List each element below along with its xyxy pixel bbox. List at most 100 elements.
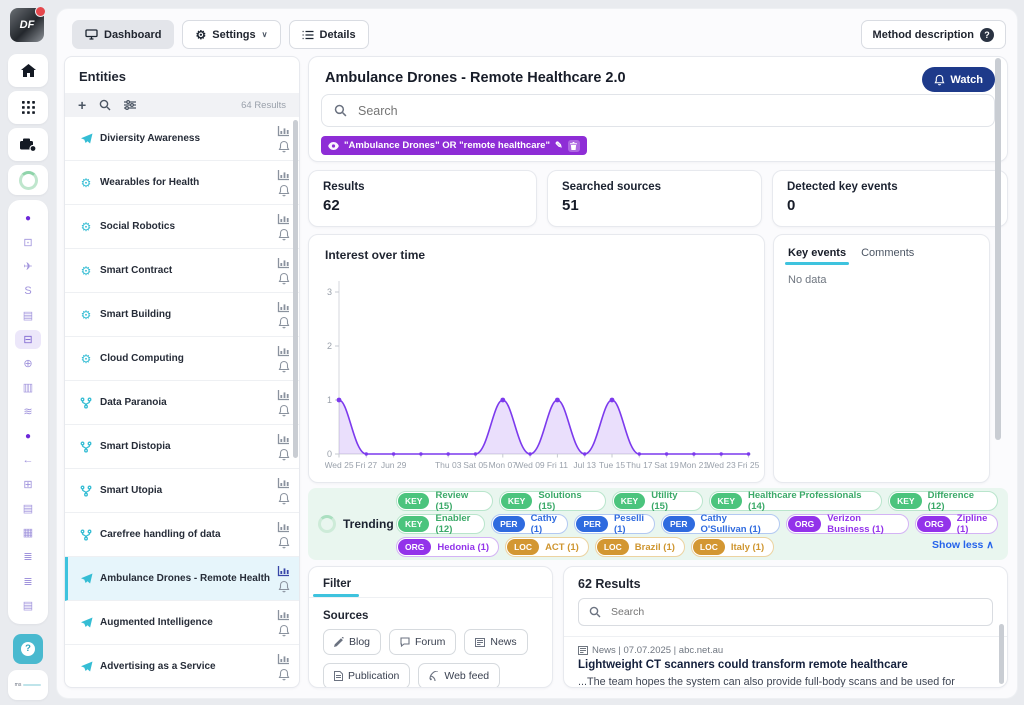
bell-icon[interactable] <box>278 448 290 461</box>
sphere-icon[interactable]: ● <box>15 427 41 446</box>
frame-icon[interactable]: ⊡ <box>15 233 41 252</box>
network-icon[interactable]: ≋ <box>15 402 41 421</box>
result-item[interactable]: News | 07.07.2025 | abc.net.auLightweigh… <box>564 637 1007 688</box>
source-button-forum[interactable]: Forum <box>389 629 456 655</box>
trending-chip[interactable]: KEYSolutions (15) <box>499 491 606 511</box>
results-search-input[interactable] <box>609 605 982 619</box>
status-ring-icon[interactable] <box>8 165 48 195</box>
entity-row[interactable]: Smart Utopia <box>65 469 299 513</box>
entity-row[interactable]: ⚙Smart Contract <box>65 249 299 293</box>
bell-icon[interactable] <box>278 404 290 417</box>
show-less-link[interactable]: Show less ∧ <box>932 539 994 551</box>
add-entity-button[interactable]: + <box>78 98 86 112</box>
bell-icon[interactable] <box>278 272 290 285</box>
entities-scrollbar[interactable] <box>293 120 298 458</box>
trending-chip[interactable]: PERPeselli (1) <box>574 514 655 534</box>
chart-icon[interactable] <box>277 521 290 533</box>
flow-icon[interactable]: S <box>15 282 41 301</box>
chart-icon[interactable] <box>277 477 290 489</box>
method-description-button[interactable]: Method description ? <box>861 20 1006 49</box>
bell-icon[interactable] <box>278 580 290 593</box>
entity-row[interactable]: ⚙Social Robotics <box>65 205 299 249</box>
tab-key-events[interactable]: Key events <box>788 247 846 265</box>
chart-icon[interactable] <box>277 301 290 313</box>
bell-icon[interactable] <box>278 624 290 637</box>
query-chip[interactable]: "Ambulance Drones" OR "remote healthcare… <box>321 136 587 155</box>
results-scrollbar[interactable] <box>999 624 1004 684</box>
table-2-icon[interactable]: ≣ <box>15 572 41 591</box>
bell-icon[interactable] <box>278 184 290 197</box>
chart-icon[interactable] <box>277 653 290 665</box>
entity-row[interactable]: Advertising as a Service <box>65 645 299 688</box>
results-search[interactable] <box>578 598 993 626</box>
trending-chip[interactable]: KEYHealthcare Professionals (14) <box>709 491 883 511</box>
archive-icon[interactable]: ▤ <box>15 596 41 615</box>
interest-chart[interactable]: 0123Wed 25Fri 27Jun 29Thu 03Sat 05Mon 07… <box>325 235 765 483</box>
trending-chip[interactable]: ORGVerizon Business (1) <box>786 514 910 534</box>
source-button-web-feed[interactable]: Web feed <box>418 663 500 688</box>
settings-button[interactable]: ⚙ Settings ∨ <box>182 20 280 49</box>
chart-icon[interactable] <box>277 609 290 621</box>
trending-chip[interactable]: KEYDifference (12) <box>888 491 998 511</box>
entity-row[interactable]: ⚙Smart Building <box>65 293 299 337</box>
home-icon[interactable] <box>8 54 48 87</box>
edit-icon[interactable]: ✎ <box>555 140 563 151</box>
dashboard-button[interactable]: Dashboard <box>72 20 174 49</box>
modules-icon[interactable]: ⊞ <box>15 475 41 494</box>
entity-row[interactable]: ⚙Wearables for Health <box>65 161 299 205</box>
tab-filter[interactable]: Filter <box>309 567 365 597</box>
source-button-publication[interactable]: Publication <box>323 663 410 688</box>
chart-icon[interactable] <box>277 125 290 137</box>
trending-chip[interactable]: LOCItaly (1) <box>691 537 774 557</box>
monitor-icon[interactable]: ⊟ <box>15 330 41 349</box>
bell-icon[interactable] <box>278 316 290 329</box>
trending-chip[interactable]: LOCBrazil (1) <box>595 537 685 557</box>
app-logo[interactable]: DF <box>10 8 44 42</box>
chart-icon[interactable] <box>277 169 290 181</box>
bell-icon[interactable] <box>278 360 290 373</box>
table-icon[interactable]: ≣ <box>15 547 41 566</box>
source-button-blog[interactable]: Blog <box>323 629 381 655</box>
dot-icon[interactable]: ● <box>15 209 41 228</box>
source-button-news[interactable]: News <box>464 629 527 655</box>
trending-chip[interactable]: KEYReview (15) <box>396 491 493 511</box>
search-icon[interactable] <box>99 99 111 111</box>
trending-chip[interactable]: PERCathy (1) <box>491 514 568 534</box>
result-title[interactable]: Lightweight CT scanners could transform … <box>578 659 989 671</box>
trending-chip[interactable]: PERCathy O'Sullivan (1) <box>661 514 780 534</box>
bell-icon[interactable] <box>278 140 290 153</box>
chart-icon[interactable] <box>277 213 290 225</box>
chart-icon[interactable] <box>277 433 290 445</box>
entity-row[interactable]: Augmented Intelligence <box>65 601 299 645</box>
tab-comments[interactable]: Comments <box>861 247 914 265</box>
trending-chip[interactable]: ORGZipline (1) <box>915 514 998 534</box>
clipboard-icon[interactable]: ▤ <box>15 306 41 325</box>
trending-chip[interactable]: KEYEnabler (12) <box>396 514 485 534</box>
watch-button[interactable]: Watch <box>922 67 995 92</box>
trending-chip[interactable]: ORGHedonia (1) <box>396 537 499 557</box>
clipboard-2-icon[interactable]: ▤ <box>15 499 41 518</box>
chart-icon[interactable] <box>277 389 290 401</box>
bell-icon[interactable] <box>278 668 290 681</box>
globe-icon[interactable]: ⊕ <box>15 354 41 373</box>
arrow-left-icon[interactable]: ← <box>15 451 41 470</box>
chart-icon[interactable] <box>277 565 290 577</box>
entity-row[interactable]: Ambulance Drones - Remote Healthcare 2.0 <box>65 557 299 601</box>
search-input[interactable] <box>356 103 982 119</box>
entity-row[interactable]: ⚙Cloud Computing <box>65 337 299 381</box>
bell-icon[interactable] <box>278 228 290 241</box>
rocket-icon[interactable]: ✈ <box>15 257 41 276</box>
main-scrollbar[interactable] <box>995 58 1001 440</box>
camera-icon[interactable] <box>8 128 48 161</box>
trending-chip[interactable]: LOCACT (1) <box>505 537 589 557</box>
chart-icon[interactable] <box>277 257 290 269</box>
delete-icon[interactable] <box>568 140 580 152</box>
bell-icon[interactable] <box>278 536 290 549</box>
help-button[interactable]: ? <box>8 632 48 665</box>
entity-row[interactable]: Data Paranoia <box>65 381 299 425</box>
apps-grid-icon[interactable] <box>8 91 48 124</box>
bell-icon[interactable] <box>278 492 290 505</box>
entity-row[interactable]: Carefree handling of data <box>65 513 299 557</box>
details-button[interactable]: Details <box>289 20 369 49</box>
chart-icon[interactable] <box>277 345 290 357</box>
